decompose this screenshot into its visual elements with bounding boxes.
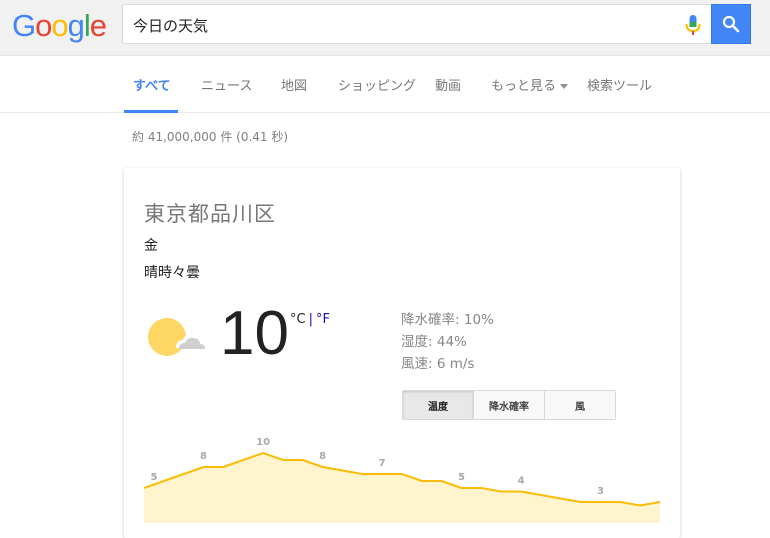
weather-details: 降水確率: 10% 湿度: 44% 風速: 6 m/s xyxy=(401,309,494,375)
unit-fahrenheit-link[interactable]: °F xyxy=(316,312,330,327)
search-tabs: すべて ニュース 地図 ショッピング 動画 もっと見る 検索ツール xyxy=(0,57,770,113)
result-stats: 約 41,000,000 件 (0.41 秒) xyxy=(132,130,289,144)
current-temperature: 10 xyxy=(220,299,289,368)
chart-data-label: 3 xyxy=(597,486,604,497)
chart-data-label: 8 xyxy=(319,451,326,462)
tab-more-label: もっと見る xyxy=(491,79,557,94)
tab-more[interactable]: もっと見る xyxy=(491,75,569,94)
toggle-precipitation-button[interactable]: 降水確率 xyxy=(474,391,545,419)
tab-videos[interactable]: 動画 xyxy=(435,75,461,94)
header: Google 今日の天気 xyxy=(0,0,770,56)
logo-letter: G xyxy=(12,8,36,43)
humidity-label: 湿度: xyxy=(401,334,433,350)
unit-celsius: °C xyxy=(290,312,306,327)
active-tab-indicator xyxy=(124,110,178,113)
tab-search-tools[interactable]: 検索ツール xyxy=(587,75,652,94)
logo-letter: g xyxy=(67,8,85,43)
wind-label: 風速: xyxy=(401,356,433,372)
search-input[interactable]: 今日の天気 xyxy=(122,4,712,44)
google-logo[interactable]: Google xyxy=(12,6,107,46)
logo-letter: o xyxy=(51,8,68,43)
weather-card: 東京都品川区 金 晴時々曇 10 °C | °F 降水確率: 10% 湿度: 44%… xyxy=(124,168,680,538)
weather-location[interactable]: 東京都品川区 xyxy=(144,198,276,228)
precipitation-value: 10% xyxy=(463,312,494,328)
wind-value: 6 m/s xyxy=(436,356,475,372)
weather-day: 金 xyxy=(144,238,158,254)
chart-data-label: 4 xyxy=(518,476,525,487)
chart-area xyxy=(144,453,660,523)
tab-news[interactable]: ニュース xyxy=(201,75,252,94)
wind-row: 風速: 6 m/s xyxy=(401,353,494,375)
toggle-temperature-button[interactable]: 温度 xyxy=(403,391,474,419)
search-icon xyxy=(722,15,740,33)
tab-shopping[interactable]: ショッピング xyxy=(338,75,416,94)
tab-all[interactable]: すべて xyxy=(133,75,171,94)
temperature-chart[interactable]: 5 8 10 8 7 5 4 3 xyxy=(144,433,664,523)
search-query-text: 今日の天気 xyxy=(133,17,209,35)
chart-data-label: 7 xyxy=(379,458,386,469)
precipitation-label: 降水確率: xyxy=(401,312,460,328)
humidity-row: 湿度: 44% xyxy=(401,331,494,353)
chevron-down-icon xyxy=(560,84,569,89)
microphone-icon[interactable] xyxy=(684,14,702,36)
partly-cloudy-icon xyxy=(148,318,207,356)
chart-data-label: 5 xyxy=(151,472,158,483)
precipitation-row: 降水確率: 10% xyxy=(401,309,494,331)
chart-data-label: 8 xyxy=(200,451,207,462)
toggle-wind-button[interactable]: 風 xyxy=(545,391,615,419)
logo-letter: o xyxy=(35,8,52,43)
chart-data-label: 5 xyxy=(458,472,465,483)
tab-maps[interactable]: 地図 xyxy=(281,75,307,94)
chart-data-label: 10 xyxy=(256,437,270,448)
chart-toggle: 温度 降水確率 風 xyxy=(402,390,616,420)
weather-condition: 晴時々曇 xyxy=(144,265,200,281)
unit-separator: | xyxy=(308,312,313,327)
logo-letter: e xyxy=(89,8,107,43)
humidity-value: 44% xyxy=(436,334,467,350)
search-button[interactable] xyxy=(711,4,751,44)
temperature-units: °C | °F xyxy=(290,312,330,327)
